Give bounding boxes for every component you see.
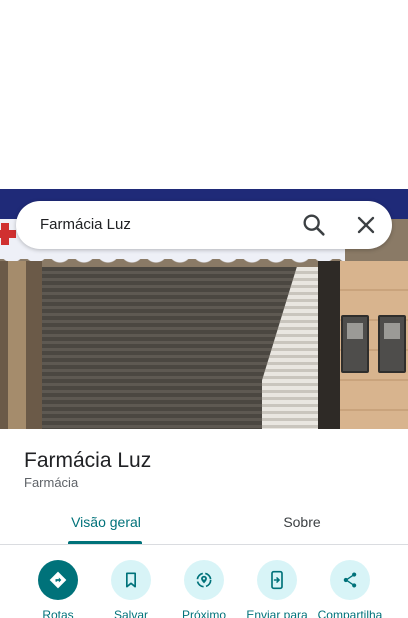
electric-meter <box>378 315 406 373</box>
place-category: Farmácia <box>24 475 79 490</box>
send-to-phone-button[interactable]: Enviar para <box>237 560 317 618</box>
share-icon <box>330 560 370 600</box>
share-label: Compartilha <box>317 608 383 618</box>
shutter-edge <box>318 261 340 429</box>
directions-label: Rotas <box>42 608 74 618</box>
send-to-phone-label: Enviar para <box>246 608 308 618</box>
nearby-label: Próximo <box>181 608 226 618</box>
nearby-icon <box>184 560 224 600</box>
pharmacy-cross-logo <box>0 223 16 245</box>
map-area-blank <box>0 0 408 189</box>
tab-divider <box>0 544 408 545</box>
search-icon[interactable] <box>300 211 328 239</box>
send-to-phone-icon <box>257 560 297 600</box>
tab-about[interactable]: Sobre <box>200 514 404 530</box>
search-input[interactable]: Farmácia Luz <box>40 216 131 233</box>
share-button[interactable]: Compartilha <box>310 560 390 618</box>
awning-scallop <box>0 251 345 263</box>
pillar <box>8 261 26 429</box>
save-label: Salvar <box>113 608 148 618</box>
bookmark-icon <box>111 560 151 600</box>
save-button[interactable]: Salvar <box>91 560 171 618</box>
directions-button[interactable]: Rotas <box>18 560 98 618</box>
place-title: Farmácia Luz <box>24 449 152 472</box>
place-sheet: Farmácia Luz Farmácia Visão geral Sobre … <box>0 429 408 618</box>
nearby-button[interactable]: Próximo <box>164 560 244 618</box>
directions-icon <box>38 560 78 600</box>
search-bar[interactable]: Farmácia Luz <box>16 201 392 249</box>
electric-meter <box>341 315 369 373</box>
close-icon[interactable] <box>352 211 380 239</box>
tab-overview[interactable]: Visão geral <box>4 514 208 530</box>
